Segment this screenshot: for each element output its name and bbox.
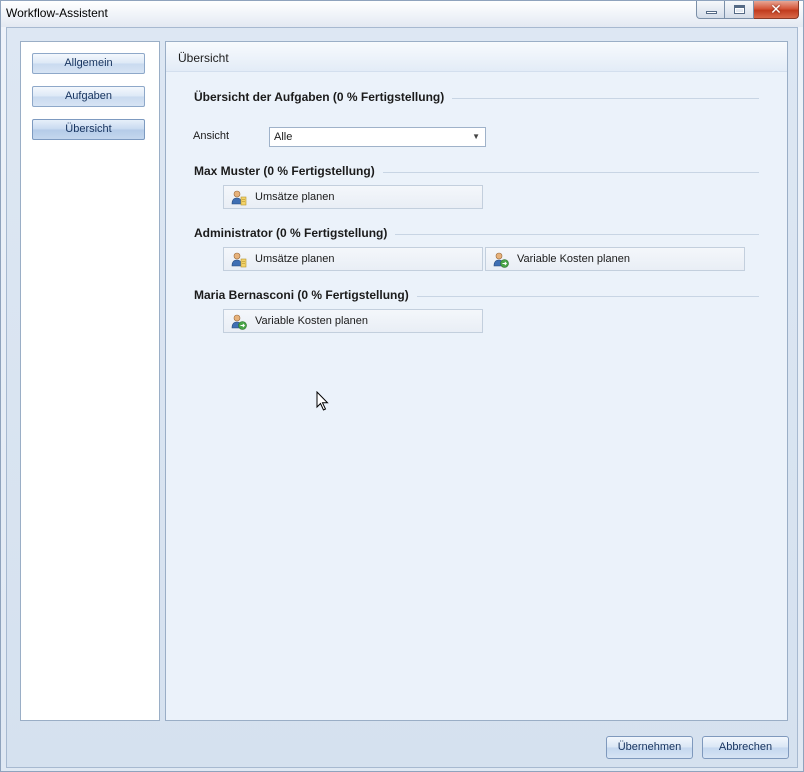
group-section-max-muster: Max Muster (0 % Fertigstellung) <box>194 164 759 182</box>
user-plan-icon <box>231 190 247 206</box>
minimize-button[interactable] <box>696 1 725 19</box>
close-icon: ✕ <box>770 1 782 17</box>
group-title: Max Muster (0 % Fertigstellung) <box>194 164 383 178</box>
overview-panel: Übersicht Übersicht der Aufgaben (0 % Fe… <box>165 41 788 721</box>
chevron-down-icon: ▼ <box>472 132 480 141</box>
overview-section: Übersicht der Aufgaben (0 % Fertigstellu… <box>194 90 759 108</box>
task-label: Variable Kosten planen <box>517 253 630 265</box>
group-title: Administrator (0 % Fertigstellung) <box>194 226 396 240</box>
task-label: Umsätze planen <box>255 253 335 265</box>
task-button-umsaetze-admin[interactable]: Umsätze planen <box>223 247 483 271</box>
view-label: Ansicht <box>193 130 230 142</box>
title-bar[interactable]: Workflow-Assistent ✕ <box>1 1 803 27</box>
cancel-button[interactable]: Abbrechen <box>702 736 789 759</box>
mouse-pointer-icon <box>316 391 329 411</box>
group-section-maria-bernasconi: Maria Bernasconi (0 % Fertigstellung) <box>194 288 759 306</box>
task-label: Umsätze planen <box>255 191 335 203</box>
nav-button-uebersicht[interactable]: Übersicht <box>32 119 145 140</box>
maximize-button[interactable] <box>725 1 754 19</box>
group-section-administrator: Administrator (0 % Fertigstellung) <box>194 226 759 244</box>
user-go-icon <box>231 314 247 330</box>
workflow-assistant-window: Workflow-Assistent ✕ Allgemein Aufgaben … <box>0 0 804 772</box>
caption-buttons: ✕ <box>696 1 799 19</box>
minimize-icon <box>706 11 717 14</box>
client-area: Allgemein Aufgaben Übersicht Übersicht Ü… <box>6 27 798 768</box>
user-plan-icon <box>231 252 247 268</box>
task-button-variable-kosten-admin[interactable]: Variable Kosten planen <box>485 247 745 271</box>
panel-title: Übersicht <box>178 51 229 65</box>
task-label: Variable Kosten planen <box>255 315 368 327</box>
close-button[interactable]: ✕ <box>754 1 799 19</box>
user-go-icon <box>493 252 509 268</box>
step-navigation: Allgemein Aufgaben Übersicht <box>20 41 160 721</box>
task-button-umsaetze-max[interactable]: Umsätze planen <box>223 185 483 209</box>
overview-title: Übersicht der Aufgaben (0 % Fertigstellu… <box>194 90 453 104</box>
group-title: Maria Bernasconi (0 % Fertigstellung) <box>194 288 417 302</box>
view-select[interactable]: Alle ▼ <box>269 127 486 147</box>
nav-button-aufgaben[interactable]: Aufgaben <box>32 86 145 107</box>
nav-button-allgemein[interactable]: Allgemein <box>32 53 145 74</box>
apply-button[interactable]: Übernehmen <box>606 736 693 759</box>
task-button-variable-kosten-maria[interactable]: Variable Kosten planen <box>223 309 483 333</box>
window-title: Workflow-Assistent <box>6 6 108 20</box>
view-select-value: Alle <box>274 131 293 143</box>
panel-header: Übersicht <box>166 42 787 72</box>
maximize-icon <box>734 5 745 14</box>
